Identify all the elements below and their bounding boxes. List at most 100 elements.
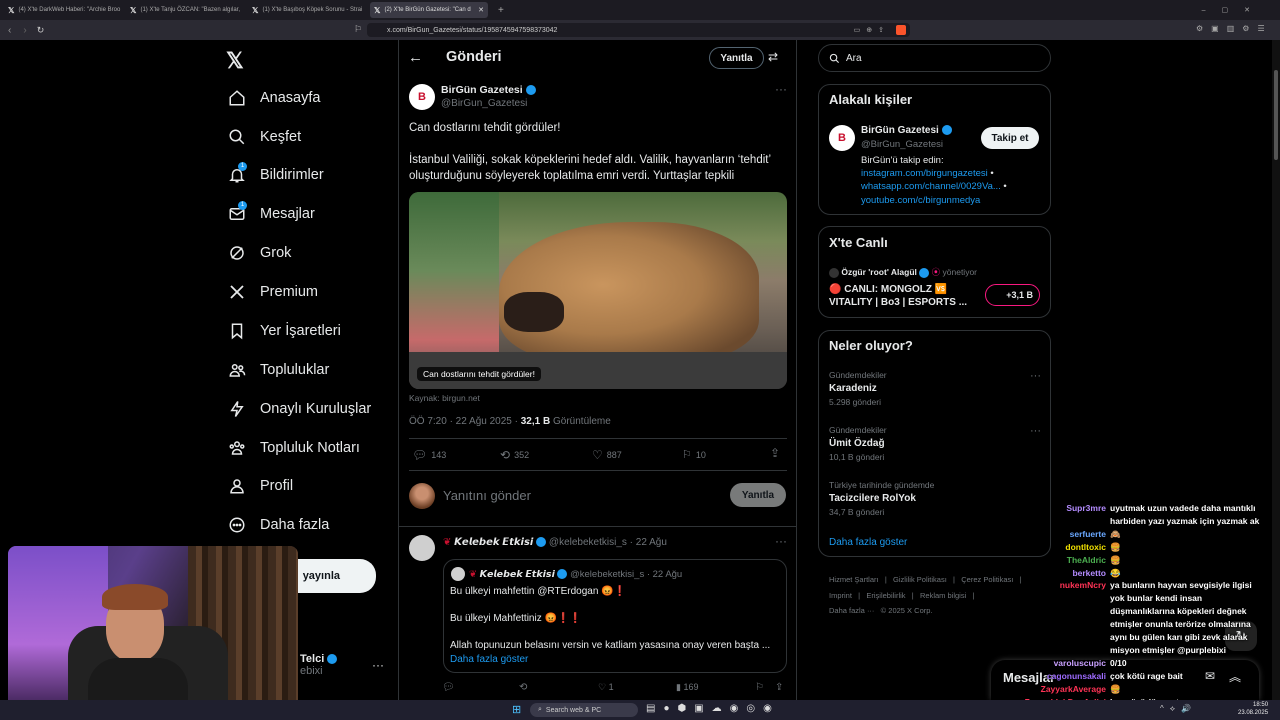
live-host[interactable]: Özgür 'root' Alagül ⦿ yönetiyor bbox=[829, 266, 977, 278]
tray-icons[interactable]: ^⟡🔊 bbox=[1160, 704, 1197, 714]
live-text[interactable]: VITALITY | Bo3 | ESPORTS ... bbox=[829, 297, 967, 308]
trend-item[interactable]: Gündemdekiler Ümit Özdağ 10,1 B gönderi … bbox=[829, 425, 1041, 462]
search-input[interactable]: Ara bbox=[818, 44, 1051, 72]
footer-links[interactable]: Hizmet Şartları | Gizlilik Politikası | … bbox=[829, 575, 1022, 584]
more-icon[interactable]: ··· bbox=[775, 82, 787, 96]
sidebar-item-communities[interactable]: Topluluklar bbox=[228, 361, 329, 379]
like-action[interactable]: ♡ 1 bbox=[598, 682, 614, 693]
reply-submit-button[interactable]: Yanıtla bbox=[730, 483, 786, 507]
close-icon[interactable]: ✕ bbox=[478, 6, 484, 14]
sidebar-item-more[interactable]: Daha fazla bbox=[228, 516, 329, 534]
link-source[interactable]: Kaynak: birgun.net bbox=[409, 393, 480, 403]
avatar[interactable] bbox=[409, 535, 435, 561]
forward-icon[interactable]: › bbox=[23, 25, 26, 36]
footer-links[interactable]: Daha fazla ··· © 2025 X Corp. bbox=[829, 606, 933, 615]
avatar[interactable]: B bbox=[409, 84, 435, 110]
views-action[interactable]: ▮ 169 bbox=[676, 682, 699, 693]
bookmark-icon[interactable]: ⚐ bbox=[755, 682, 764, 693]
sidebar-item-grok[interactable]: Grok bbox=[228, 244, 291, 262]
chat-message: varoluscupic 0/10 bbox=[1016, 658, 1127, 668]
show-more-link[interactable]: Daha fazla göster bbox=[450, 654, 528, 665]
taskbar-search[interactable]: ⌕ Search web & PC bbox=[530, 703, 638, 717]
reload-icon[interactable]: ↻ bbox=[37, 25, 45, 36]
new-tab-icon[interactable]: + bbox=[498, 5, 504, 16]
filter-icon[interactable]: ⇄ bbox=[768, 50, 778, 64]
retweet-icon[interactable]: ⟲ bbox=[519, 682, 527, 693]
taskbar-app-icons[interactable]: ▤●⬢▣☁◉◎◉ bbox=[646, 703, 780, 714]
more-icon[interactable]: ··· bbox=[1030, 370, 1041, 382]
related-name[interactable]: BirGün Gazetesi bbox=[861, 125, 952, 136]
trends-title: Neler oluyor? bbox=[829, 338, 913, 353]
browser-tab-active[interactable]: 𝕏 (2) X'te BirGün Gazetesi: "Can d ✕ bbox=[370, 2, 488, 18]
address-bar[interactable]: x.com/BirGun_Gazetesi/status/19587459475… bbox=[367, 23, 910, 37]
browser-tab[interactable]: 𝕏(1) X'te Başıboş Köpek Sorunu - Strai✕ bbox=[248, 2, 366, 18]
chat-username: cagonunsakali bbox=[1046, 670, 1106, 681]
chat-message: düşmanlıklarına köpekleri değnek bbox=[1016, 606, 1247, 616]
home-icon bbox=[229, 90, 245, 106]
bookmark-icon[interactable]: ⚐ bbox=[354, 24, 362, 35]
sidebar-item-bookmarks[interactable]: Yer İşaretleri bbox=[228, 322, 341, 340]
live-listeners-badge[interactable]: +3,1 B bbox=[985, 284, 1040, 306]
taskbar-clock[interactable]: 18:50 23.08.2025 bbox=[1238, 701, 1268, 717]
brave-shield-icon[interactable] bbox=[896, 25, 906, 35]
heart-icon: ♡ bbox=[598, 682, 607, 692]
share-icon[interactable]: ⇪ bbox=[775, 682, 783, 693]
tweet-time[interactable]: ÖÖ 7:20 · 22 Ağu 2025 · bbox=[409, 416, 521, 427]
sidebar-item-verified-orgs[interactable]: Onaylı Kuruluşlar bbox=[228, 400, 371, 418]
back-icon[interactable]: ‹ bbox=[8, 25, 11, 36]
extension-icons[interactable]: ⚙▣▥⚙☰ bbox=[1196, 24, 1273, 33]
x-logo-icon[interactable]: 𝕏 bbox=[226, 48, 244, 74]
scrollbar-track[interactable] bbox=[1272, 40, 1280, 720]
sidebar-item-home[interactable]: Anasayfa bbox=[228, 89, 320, 107]
reply-input[interactable]: Yanıtını gönder bbox=[443, 488, 531, 503]
sidebar-item-premium[interactable]: Premium bbox=[228, 283, 318, 301]
follow-button[interactable]: Takip et bbox=[981, 127, 1039, 149]
tweet-image[interactable]: Can dostlarını tehdit gördüler! bbox=[409, 192, 787, 389]
bio-link[interactable]: youtube.com/c/birgunmedya bbox=[861, 195, 980, 206]
url-text: x.com/BirGun_Gazetesi/status/19587459475… bbox=[387, 26, 558, 34]
live-text[interactable]: 🔴 CANLI: MONGOLZ 🆚 bbox=[829, 284, 947, 295]
share-icon[interactable]: ⇪ bbox=[770, 446, 780, 460]
bio-link[interactable]: instagram.com/birgungazetesi bbox=[861, 168, 988, 179]
chat-text: çok kötü rage bait bbox=[1110, 670, 1183, 681]
bio-link[interactable]: whatsapp.com/channel/0029Va... bbox=[861, 181, 1001, 192]
expand-icon[interactable]: ︽ bbox=[1229, 668, 1241, 685]
sidebar-item-community-notes[interactable]: Topluluk Notları bbox=[228, 439, 360, 457]
live-count: +3,1 B bbox=[1006, 290, 1033, 300]
avatar[interactable]: B bbox=[829, 125, 855, 151]
chat-username: berketto bbox=[1072, 567, 1106, 578]
trend-name: Karadeniz bbox=[829, 383, 877, 394]
like-action[interactable]: ♡ 887 bbox=[592, 448, 622, 462]
sidebar-item-label: Daha fazla bbox=[260, 517, 330, 533]
trend-item[interactable]: Türkiye tarihinde gündemde Tacizcilere R… bbox=[829, 480, 1041, 517]
sidebar-item-messages[interactable]: 1 Mesajlar bbox=[228, 201, 315, 223]
reply-icon[interactable]: 💬︎ bbox=[442, 682, 455, 693]
show-more-link[interactable]: Daha fazla göster bbox=[829, 537, 907, 548]
back-arrow-icon[interactable]: ← bbox=[408, 49, 423, 66]
bookmark-action[interactable]: ⚐ 10 bbox=[682, 448, 706, 461]
scrollbar-thumb[interactable] bbox=[1274, 70, 1278, 160]
browser-tab[interactable]: 𝕏(1) X'te Tanju ÖZCAN: "Bazen algılar,✕ bbox=[126, 2, 244, 18]
browser-tab[interactable]: 𝕏(4) X'te DarkWeb Haberi: "Archie Broo✕ bbox=[4, 2, 122, 18]
new-message-icon[interactable]: ✉ bbox=[1205, 669, 1215, 683]
windows-start-icon[interactable]: ⊞ bbox=[512, 703, 521, 716]
sidebar-item-profile[interactable]: Profil bbox=[228, 477, 293, 495]
more-icon[interactable]: ··· bbox=[372, 658, 384, 672]
account-switcher[interactable]: Telci ebixi bbox=[300, 653, 338, 677]
related-handle: @BirGun_Gazetesi bbox=[861, 139, 943, 150]
address-bar-icons[interactable]: ▭⊕⇪ bbox=[854, 26, 890, 34]
reply-handle[interactable]: @kelebeketkisi_s · 22 Ağu bbox=[549, 537, 667, 548]
window-controls[interactable]: –▢✕ bbox=[1202, 6, 1266, 14]
more-icon[interactable]: ··· bbox=[775, 534, 787, 548]
reply-action[interactable]: 💬︎ 143 bbox=[412, 448, 446, 462]
sidebar-item-explore[interactable]: Keşfet bbox=[228, 128, 301, 146]
sidebar-item-notifications[interactable]: 1 Bildirimler bbox=[228, 162, 324, 184]
footer-links[interactable]: Imprint | Erişilebilirlik | Reklam bilgi… bbox=[829, 591, 974, 600]
tweet-author[interactable]: BirGün Gazetesi bbox=[441, 84, 536, 96]
retweet-action[interactable]: ⟲ 352 bbox=[500, 448, 529, 462]
reply-author[interactable]: 𝙆𝙚𝙡𝙚𝙗𝙚𝙠 𝙀𝙩𝙠𝙞𝙨𝙞 bbox=[454, 537, 533, 548]
more-icon[interactable]: ··· bbox=[1030, 425, 1041, 437]
trend-item[interactable]: Gündemdekiler Karadeniz 5.298 gönderi ··… bbox=[829, 370, 1041, 407]
author-handle[interactable]: @BirGun_Gazetesi bbox=[441, 98, 527, 109]
reply-header-button[interactable]: Yanıtla bbox=[709, 47, 764, 69]
